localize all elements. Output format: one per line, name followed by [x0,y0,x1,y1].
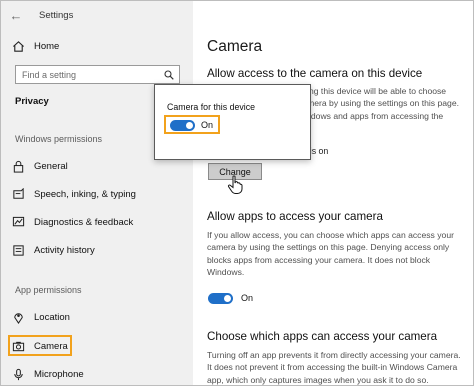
sidebar-item-general[interactable]: General [11,157,68,175]
sidebar-item-microphone[interactable]: Microphone [11,365,84,383]
main-content: Camera Allow access to the camera on thi… [193,1,473,385]
section-heading-apps-access: Allow apps to access your camera [207,210,383,223]
camera-highlight-frame [8,335,72,356]
search-icon[interactable] [164,69,174,80]
apps-access-toggle[interactable] [208,293,233,304]
page-title: Camera [207,38,263,55]
sidebar-item-label: General [34,160,68,172]
speech-icon [11,187,25,201]
toggle-knob [186,122,193,129]
diagnostics-icon [11,215,25,229]
sidebar: ← Settings Home Find a setting Privacy W… [1,1,193,385]
apps-access-toggle-label: On [241,293,254,303]
section-text-choose-apps: Turning off an app prevents it from dire… [207,350,461,385]
sidebar-item-activity-history[interactable]: Activity history [11,241,95,259]
camera-device-toggle[interactable] [170,120,195,131]
location-icon [11,310,25,324]
section-title-privacy: Privacy [15,96,49,107]
home-icon [11,39,25,53]
back-arrow-icon[interactable]: ← [1,8,31,23]
section-heading-choose-apps: Choose which apps can access your camera [207,330,438,343]
camera-device-toggle-label: On [201,120,214,130]
camera-device-flyout: Camera for this device On [154,84,311,160]
section-text-device-access: using this device will be able to choose… [298,86,459,121]
history-icon [11,243,25,257]
lock-icon [11,159,25,173]
toggle-knob [224,295,231,302]
sidebar-item-label: Diagnostics & feedback [34,216,134,228]
group-label-windows-permissions: Windows permissions [15,134,103,144]
section-text-apps-access: If you allow access, you can choose whic… [207,230,454,277]
group-label-app-permissions: App permissions [15,285,82,295]
hand-cursor-icon [227,175,243,194]
sidebar-item-label: Microphone [34,368,84,380]
sidebar-item-speech[interactable]: Speech, inking, & typing [11,185,136,203]
section-heading-device-access: Allow access to the camera on this devic… [207,67,423,80]
sidebar-item-location[interactable]: Location [11,308,70,326]
app-title: Settings [39,9,74,21]
sidebar-item-label: Location [34,311,70,323]
sidebar-item-label: Activity history [34,244,95,256]
search-placeholder: Find a setting [22,69,77,80]
sidebar-item-label: Home [34,40,60,52]
microphone-icon [11,367,25,381]
search-input[interactable]: Find a setting [15,65,180,84]
sidebar-item-diagnostics[interactable]: Diagnostics & feedback [11,213,133,231]
sidebar-item-home[interactable]: Home [11,37,59,55]
sidebar-item-label: Speech, inking, & typing [34,188,136,200]
title-bar: ← Settings [1,1,193,29]
settings-window: ← Settings Home Find a setting Privacy W… [0,0,474,386]
flyout-title: Camera for this device [167,102,256,112]
